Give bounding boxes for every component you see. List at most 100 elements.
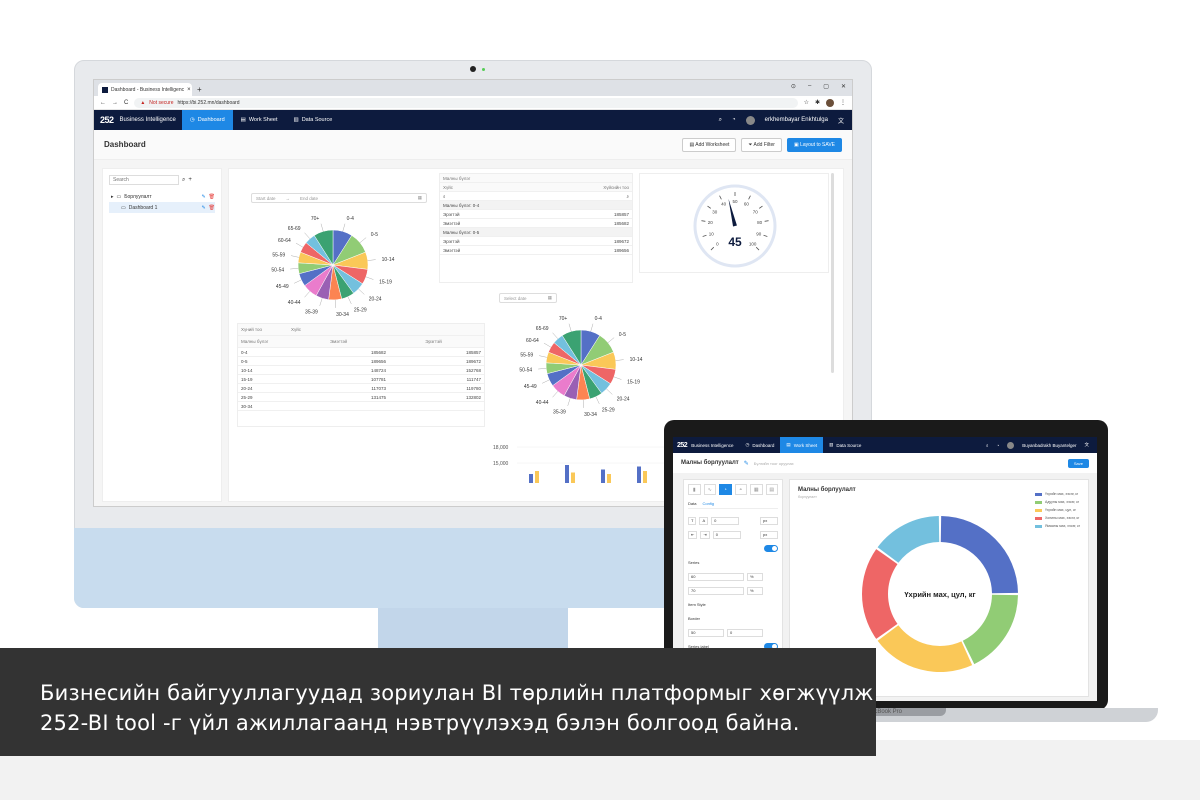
back-icon[interactable]: ← (100, 100, 106, 106)
delete-icon[interactable]: 🗑 (209, 194, 215, 200)
user-avatar[interactable] (745, 115, 755, 125)
search-icon[interactable]: ⌕ (182, 177, 185, 184)
donut-slice[interactable] (962, 594, 1018, 665)
user-avatar[interactable] (1007, 441, 1015, 449)
bar[interactable] (529, 474, 533, 483)
calendar-icon[interactable]: ▦ (418, 195, 422, 201)
col-age[interactable]: Малны бүлэг (241, 339, 291, 344)
unit-select[interactable]: px (760, 530, 778, 539)
profile-icon[interactable]: ⊙ (791, 83, 796, 90)
nav-worksheet[interactable]: ▤ Work Sheet (233, 110, 286, 130)
search-icon[interactable]: ⌕ (443, 194, 569, 199)
app-logo[interactable]: 252 (673, 442, 691, 449)
border-input[interactable]: 0 (727, 628, 763, 637)
user-name[interactable]: erkhembayar Enkhtulga (765, 117, 828, 123)
nav-dashboard[interactable]: ◷ Dashboard (181, 110, 233, 130)
browser-tab[interactable]: Dashboard - Business Intelligenc × (98, 83, 192, 96)
canvas-scrollbar[interactable] (831, 173, 834, 373)
align-center-button[interactable]: ⇥ (700, 530, 710, 539)
delete-icon[interactable]: 🗑 (209, 205, 215, 211)
url-text[interactable]: https://bi.252.mn/dashboard (177, 100, 239, 106)
col-count[interactable]: Хүний тоо (241, 327, 291, 332)
line-chart-icon[interactable]: ∿ (703, 484, 716, 495)
radius-input[interactable]: 60 (688, 572, 744, 581)
address-bar[interactable]: ▲ Not secure https://bi.252.mn/dashboard (134, 97, 798, 108)
font-button[interactable]: T (688, 516, 697, 525)
edit-icon[interactable]: ✎ (201, 194, 205, 200)
user-name[interactable]: Buyanbadrakh Buyantelger (1022, 443, 1076, 448)
bar-chart-icon[interactable]: ▮ (688, 484, 701, 495)
nav-datasource[interactable]: ▥ Data Source (823, 437, 867, 453)
bar[interactable] (535, 471, 539, 483)
bar[interactable] (565, 465, 569, 483)
series-toggle[interactable] (764, 545, 778, 552)
bar[interactable] (637, 466, 641, 484)
tab-data[interactable]: Data (688, 501, 696, 506)
header-group[interactable]: Малны бүлэг (443, 176, 629, 181)
size-input[interactable]: 0 (711, 516, 740, 525)
bar[interactable] (643, 471, 647, 483)
donut-slice[interactable] (877, 625, 973, 672)
donut-slice[interactable] (862, 549, 898, 639)
donut-slice[interactable] (940, 516, 1018, 594)
nav-worksheet[interactable]: ▤ Work Sheet (780, 437, 824, 453)
save-layout-button[interactable]: ▣ Layout to SAVE (786, 137, 842, 152)
search-icon[interactable]: ⌕ (986, 443, 989, 448)
nav-dashboard[interactable]: ◷ Dashboard (739, 437, 780, 453)
close-window-button[interactable]: ✕ (841, 83, 846, 90)
table-icon[interactable]: ▦ (750, 484, 763, 495)
search-icon[interactable]: ⌕ (569, 194, 629, 199)
minimize-button[interactable]: – (808, 83, 811, 90)
col-sex[interactable]: Хүйс (291, 327, 481, 332)
add-filter-button[interactable]: ⏷ Add Filter (741, 137, 782, 152)
col-sex[interactable]: Хүйс (443, 185, 569, 190)
language-icon[interactable]: 文 (1085, 442, 1090, 448)
select-date-filter[interactable]: Select date ▦ (499, 293, 557, 303)
bar[interactable] (601, 469, 605, 484)
edit-icon[interactable]: ✎ (744, 460, 749, 467)
edit-icon[interactable]: ✎ (201, 205, 205, 211)
border-input[interactable]: 50 (688, 628, 724, 637)
new-tab-button[interactable]: + (197, 83, 202, 96)
bar[interactable] (571, 472, 575, 484)
tree-item[interactable]: ▭ Dashboard 1 ✎ 🗑 (109, 202, 215, 213)
group-row[interactable]: Малны бүлэг: 0-5 (440, 228, 632, 237)
expand-icon[interactable]: ▸ (111, 194, 114, 200)
menu-icon[interactable]: ⋮ (840, 99, 846, 106)
bookmark-icon[interactable]: ☆ (804, 99, 809, 106)
tree-search-input[interactable] (109, 175, 179, 185)
help-icon[interactable]: ◔ (996, 443, 999, 448)
unit-select[interactable]: % (747, 572, 763, 581)
save-button[interactable]: Save (1067, 458, 1089, 468)
maximize-button[interactable]: ▢ (823, 83, 829, 90)
radius-input[interactable]: 70 (688, 586, 744, 595)
donut-slice[interactable] (877, 516, 940, 563)
search-icon[interactable]: ⌕ (719, 117, 722, 124)
end-date[interactable]: End date (300, 196, 318, 201)
unit-select[interactable]: % (747, 586, 763, 595)
close-tab-icon[interactable]: × (187, 87, 191, 93)
bar[interactable] (607, 474, 611, 483)
app-logo[interactable]: 252 (94, 115, 120, 125)
grid-icon[interactable]: ▤ (765, 484, 778, 495)
group-row[interactable]: Малны бүлэг: 0-4 (440, 201, 632, 210)
gauge-icon[interactable]: ◓ (734, 484, 747, 495)
col-value[interactable]: Хүйсийн тоо (569, 185, 629, 190)
language-icon[interactable]: 文 (838, 116, 844, 125)
tab-config[interactable]: Config (702, 501, 714, 506)
position-input[interactable]: 0 (712, 530, 741, 539)
add-worksheet-button[interactable]: ▤ Add Worksheet (682, 137, 737, 152)
unit-select[interactable]: px (760, 516, 778, 525)
tree-folder[interactable]: ▸ ▭ Борлуулалт ✎ 🗑 (109, 191, 215, 202)
reload-icon[interactable]: C (124, 100, 128, 106)
forward-icon[interactable]: → (112, 100, 118, 106)
help-icon[interactable]: ◔ (732, 117, 736, 123)
extensions-icon[interactable]: ✱ (815, 99, 820, 106)
pie-chart-icon[interactable]: ◔ (719, 484, 732, 495)
size-button[interactable]: A (699, 516, 709, 525)
date-range-filter[interactable]: Start date → End date ▦ (251, 193, 427, 203)
align-left-button[interactable]: ⇤ (688, 530, 698, 539)
avatar[interactable] (826, 98, 834, 107)
add-icon[interactable]: + (188, 177, 192, 183)
start-date[interactable]: Start date (256, 196, 276, 201)
